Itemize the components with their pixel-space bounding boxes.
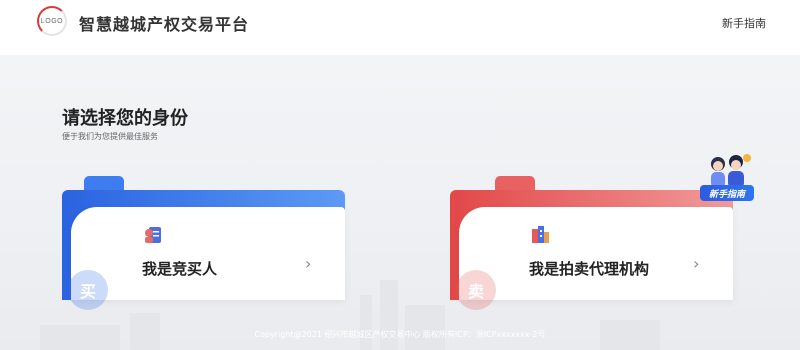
top-header: LOGO 智慧越城产权交易平台 新手指南 (0, 0, 800, 55)
site-title: 智慧越城产权交易平台 (79, 15, 250, 34)
buyer-icon (145, 227, 161, 243)
building-icon (532, 226, 549, 243)
footer-copyright: Copyright@2021 绍兴市越城区产权交易中心 版权所有ICP：浙ICP… (254, 330, 546, 339)
chevron-right-icon: › (305, 254, 312, 273)
buyer-card[interactable]: 买 我是竞买人 › (62, 176, 345, 310)
buyer-watermark: 买 (68, 270, 108, 310)
card-body (71, 207, 345, 300)
card-body (459, 207, 733, 300)
newbie-guide-badge[interactable]: 新手指南 (700, 185, 754, 201)
page-subheading: 便于我们为您提供最佳服务 (62, 132, 158, 141)
buyer-card-label: 我是竞买人 (142, 260, 218, 278)
page-heading: 请选择您的身份 (62, 108, 188, 129)
auction-agency-card-label: 我是拍卖代理机构 (529, 260, 650, 278)
chevron-right-icon: › (693, 254, 700, 273)
guide-characters-illustration (711, 154, 751, 188)
logo-text: LOGO (40, 17, 64, 25)
seller-watermark: 卖 (456, 270, 496, 310)
newbie-guide-link[interactable]: 新手指南 (722, 15, 766, 31)
logo[interactable]: LOGO (37, 6, 67, 36)
auction-agency-card[interactable]: 卖 我是拍卖代理机构 › (450, 176, 733, 310)
